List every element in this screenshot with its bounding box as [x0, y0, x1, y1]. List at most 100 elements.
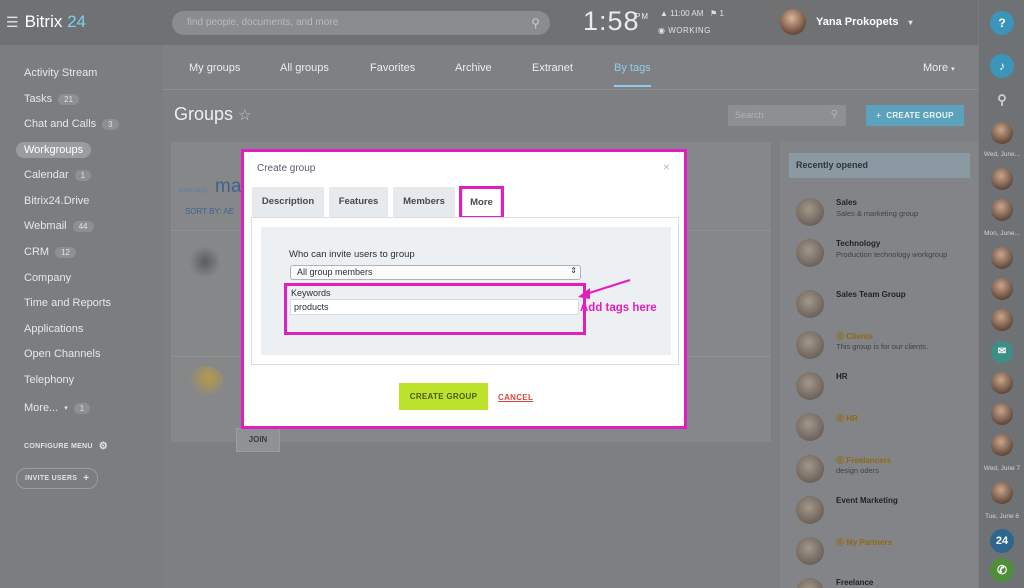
configure-menu-button[interactable]: CONFIGURE MENU ⚙: [24, 441, 108, 452]
group-name: ⓪ Clients: [836, 331, 873, 342]
avatar[interactable]: [991, 122, 1013, 144]
group-search-input[interactable]: Search ⚲: [728, 105, 846, 126]
avatar[interactable]: [991, 309, 1013, 331]
avatar[interactable]: [991, 434, 1013, 456]
tab-by-tags[interactable]: By tags: [614, 62, 651, 87]
sidebar-item-webmail[interactable]: Webmail 44: [24, 220, 94, 232]
sort-by-value[interactable]: AE: [223, 207, 234, 216]
highlight-box: [459, 186, 504, 219]
phone-icon[interactable]: ✆: [990, 558, 1014, 582]
menu-icon[interactable]: ☰: [6, 14, 19, 31]
recently-opened-panel: Recently opened Sales Sales & marketing g…: [780, 142, 978, 588]
avatar[interactable]: [991, 168, 1013, 190]
sidebar-item-open-channels[interactable]: Open Channels: [24, 348, 100, 360]
group-name: ⓪ Freelancers: [836, 455, 891, 466]
avatar[interactable]: [991, 278, 1013, 300]
avatar[interactable]: [991, 403, 1013, 425]
group-name: Sales Team Group: [836, 290, 906, 299]
tab-all-groups[interactable]: All groups: [280, 62, 329, 74]
global-search-input[interactable]: find people, documents, and more ⚲: [172, 11, 550, 35]
sidebar-item-drive[interactable]: Bitrix24.Drive: [24, 195, 89, 207]
bell-icon[interactable]: ♪: [990, 54, 1014, 78]
avatar[interactable]: [991, 482, 1013, 504]
tab-archive[interactable]: Archive: [455, 62, 492, 74]
avatar[interactable]: [991, 247, 1013, 269]
sidebar-item-label: Activity Stream: [24, 67, 98, 79]
create-group-button[interactable]: + CREATE GROUP: [866, 105, 964, 126]
tab-favorites[interactable]: Favorites: [370, 62, 415, 74]
plus-icon: +: [876, 111, 882, 120]
group-icon: [796, 496, 824, 524]
alarm-time: 11:00 AM: [670, 9, 704, 18]
sidebar-item-label: Company: [24, 272, 72, 284]
group-name: HR: [836, 372, 848, 381]
group-icon: [796, 239, 824, 267]
count-badge: 12: [55, 246, 76, 258]
work-status[interactable]: ◉ WORKING: [658, 26, 711, 35]
join-button[interactable]: JOIN: [236, 428, 280, 452]
group-avatar: [189, 246, 221, 278]
sidebar-item-label: Telephony: [24, 374, 75, 386]
invite-permission-select[interactable]: All group members ⇕: [290, 265, 581, 280]
tab-my-groups[interactable]: My groups: [189, 62, 240, 74]
keywords-field[interactable]: products: [290, 299, 579, 315]
sidebar-item-more[interactable]: More... ▾ 1: [24, 402, 91, 414]
sidebar-item-workgroups[interactable]: Workgroups: [16, 142, 92, 158]
chat-bubble-icon[interactable]: ✉: [991, 341, 1013, 363]
bitrix24-icon[interactable]: 24: [990, 529, 1014, 553]
group-icon: [796, 198, 824, 226]
alarm-info[interactable]: ▲ 11:00 AM ⚑ 1: [660, 9, 724, 18]
sidebar-item-label: Bitrix24.Drive: [24, 195, 90, 207]
sidebar-item-activity-stream[interactable]: Activity Stream: [24, 67, 97, 79]
tag-cloud-word[interactable]: advertising: [178, 188, 207, 194]
group-description: Production technology workgroup: [836, 250, 948, 259]
tab-more[interactable]: More ▾: [923, 62, 955, 74]
group-avatar: [187, 366, 223, 396]
invite-users-button[interactable]: INVITE USERS +: [16, 468, 99, 489]
sidebar-item-label: Applications: [24, 323, 84, 335]
avatar[interactable]: [991, 199, 1013, 221]
group-description: Sales & marketing group: [836, 209, 919, 218]
help-button[interactable]: ?: [990, 11, 1014, 35]
user-name: Yana Prokopets: [816, 16, 899, 28]
sidebar-item-label: Chat and Calls: [24, 118, 97, 130]
group-icon: [796, 537, 824, 565]
avatar[interactable]: [991, 372, 1013, 394]
sidebar: Activity Stream Tasks 21 Chat and Calls 3 …: [0, 45, 163, 588]
close-icon[interactable]: ×: [663, 160, 670, 174]
sidebar-item-crm[interactable]: CRM 12: [24, 246, 76, 258]
invite-users-label: INVITE USERS: [25, 475, 78, 482]
top-bar: ☰ Bitrix 24 find people, documents, and …: [0, 0, 1024, 45]
sidebar-item-time-reports[interactable]: Time and Reports: [24, 297, 111, 309]
chevron-down-icon: ▾: [64, 405, 68, 412]
sidebar-item-telephony[interactable]: Telephony: [24, 374, 74, 386]
tag-cloud-word[interactable]: ma: [215, 176, 241, 198]
flag-icon: ⚑: [710, 9, 718, 18]
clock[interactable]: 1:58 PM: [583, 6, 648, 37]
create-group-submit-button[interactable]: CREATE GROUP: [399, 383, 488, 410]
tab-extranet[interactable]: Extranet: [532, 62, 573, 74]
search-icon[interactable]: ⚲: [531, 11, 540, 35]
tab-features[interactable]: Features: [329, 187, 388, 217]
select-arrows-icon: ⇕: [570, 266, 577, 275]
sidebar-item-applications[interactable]: Applications: [24, 323, 83, 335]
sidebar-item-calendar[interactable]: Calendar 1: [24, 169, 92, 181]
user-menu[interactable]: Yana Prokopets ▾: [780, 9, 913, 35]
keywords-label: Keywords: [291, 288, 331, 298]
global-search-placeholder: find people, documents, and more: [187, 17, 339, 28]
tab-description[interactable]: Description: [252, 187, 324, 217]
sidebar-item-label: CRM: [24, 246, 50, 258]
sidebar-item-company[interactable]: Company: [24, 272, 71, 284]
search-icon[interactable]: ⚲: [990, 88, 1014, 112]
group-name: Event Marketing: [836, 496, 898, 505]
sidebar-item-chat[interactable]: Chat and Calls 3: [24, 118, 119, 130]
cancel-button[interactable]: CANCEL: [498, 393, 533, 402]
star-icon[interactable]: ☆: [238, 107, 251, 124]
sidebar-item-tasks[interactable]: Tasks 21: [24, 93, 80, 105]
sidebar-item-label: Time and Reports: [24, 297, 112, 309]
extranet-icon: ⓪: [836, 332, 844, 341]
right-bar: ? ♪ ⚲ Wed, June... Mon, June... ✉ Wed, J…: [978, 0, 1024, 588]
logo[interactable]: ☰ Bitrix 24: [6, 12, 86, 32]
tab-members[interactable]: Members: [393, 187, 455, 217]
group-icon: [796, 413, 824, 441]
